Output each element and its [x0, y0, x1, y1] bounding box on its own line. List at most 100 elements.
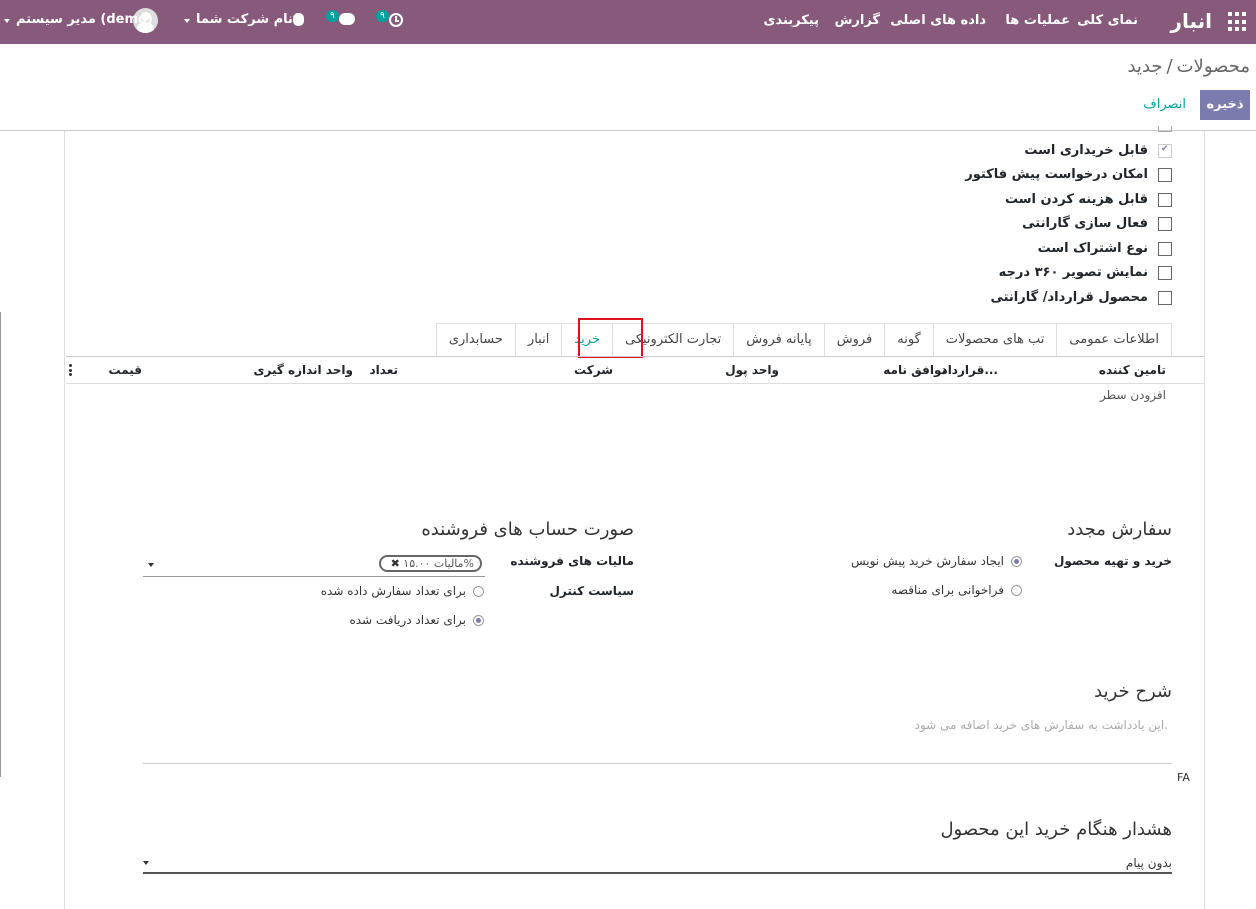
purchase-tab-highlight	[578, 318, 643, 358]
menu-operations[interactable]: عملیات ها	[1005, 13, 1070, 28]
col-company[interactable]: شرکت	[574, 363, 613, 377]
warning-dropdown-icon[interactable]	[143, 861, 149, 865]
radio-button[interactable]	[473, 586, 484, 597]
bug-icon[interactable]	[293, 13, 304, 26]
menu-configuration[interactable]: پیکربندی	[764, 13, 819, 28]
radio-label: فراخوانی برای مناقصه	[891, 583, 1004, 597]
radio-label: ایجاد سفارش خرید پیش نویس	[850, 554, 1004, 568]
radio-ordered-qty[interactable]: برای تعداد سفارش داده شده	[284, 584, 484, 600]
checkbox-360-image[interactable]: نمایش تصویر ۳۶۰ درجه	[872, 263, 1172, 283]
radio-label: برای تعداد سفارش داده شده	[320, 584, 466, 598]
user-menu[interactable]: مدیر سیستم (demo)	[16, 12, 153, 27]
tab-product-tabs[interactable]: تب های محصولات	[932, 323, 1058, 356]
col-currency[interactable]: واحد پول	[725, 363, 779, 377]
breadcrumb-current: جدید	[1127, 56, 1163, 77]
tab-accounting[interactable]: حسابداری	[435, 323, 516, 356]
tax-tag: ✖ مالیات ۱۵.۰۰%	[378, 555, 482, 572]
company-caret-icon	[184, 19, 190, 23]
purchase-description-input[interactable]: این یادداشت به سفارش های خرید اضافه می ش…	[915, 718, 1168, 732]
purchase-warning-select[interactable]: بدون پیام	[1126, 856, 1172, 870]
checkbox-box[interactable]	[1158, 168, 1172, 182]
sheet-right-border	[1204, 131, 1205, 909]
vendor-taxes-label: مالیات های فروشنده	[510, 554, 634, 568]
tab-sales[interactable]: فروش	[823, 323, 886, 356]
purchase-warning-title: هشدار هنگام خرید این محصول	[940, 819, 1172, 840]
cut-off-checkbox	[1158, 126, 1172, 132]
control-policy-label: سیاست کنترل	[549, 584, 634, 598]
checkbox-label: محصول قرارداد/ گارانتی	[990, 290, 1148, 305]
col-contract[interactable]: قرارداد...	[942, 363, 998, 377]
checkbox-label: نمایش تصویر ۳۶۰ درجه	[998, 265, 1148, 280]
add-line-link[interactable]: افزودن سطر	[1100, 388, 1166, 402]
remove-tag-icon[interactable]: ✖	[391, 557, 400, 570]
col-vendor[interactable]: تامین کننده	[1099, 363, 1166, 377]
radio-button[interactable]	[1011, 585, 1022, 596]
checkbox-box[interactable]	[1158, 144, 1172, 158]
checkbox-label: قابل خریداری است	[1024, 143, 1148, 158]
menu-master-data[interactable]: داده های اصلی	[890, 13, 986, 28]
tab-variants[interactable]: گونه	[884, 323, 934, 356]
apps-menu-icon[interactable]	[1228, 12, 1248, 32]
checkbox-warranty[interactable]: فعال سازی گارانتی	[872, 214, 1172, 234]
language-button[interactable]: FA	[1177, 771, 1190, 784]
checkbox-box[interactable]	[1158, 193, 1172, 207]
checkbox-label: فعال سازی گارانتی	[1022, 216, 1148, 231]
col-price[interactable]: قیمت	[108, 363, 142, 377]
col-agreement[interactable]: توافق نامه	[883, 363, 946, 377]
radio-button[interactable]	[473, 615, 484, 626]
reordering-title: سفارش مجدد	[1067, 519, 1172, 540]
sheet-left-border	[64, 131, 65, 909]
tab-general-info[interactable]: اطلاعات عمومی	[1056, 323, 1172, 356]
checkbox-label: امکان درخواست پیش فاکتور	[965, 167, 1148, 182]
chat-icon[interactable]	[339, 13, 355, 25]
checkbox-box[interactable]	[1158, 266, 1172, 280]
purchase-description-title: شرح خرید	[1094, 681, 1172, 702]
radio-label: برای تعداد دریافت شده	[349, 613, 466, 627]
checkbox-box[interactable]	[1158, 291, 1172, 305]
company-switcher[interactable]: نام شرکت شما	[196, 12, 293, 27]
notebook-tabs: اطلاعات عمومی تب های محصولات گونه فروش پ…	[435, 323, 1172, 356]
checkbox-label: قابل هزینه کردن است	[1004, 192, 1148, 207]
radio-draft-po[interactable]: ایجاد سفارش خرید پیش نویس	[802, 554, 1022, 570]
discard-button[interactable]: انصراف	[1143, 97, 1186, 112]
breadcrumb-separator: /	[1166, 56, 1173, 77]
tab-inventory[interactable]: انبار	[514, 323, 563, 356]
checkbox-expensable[interactable]: قابل هزینه کردن است	[872, 190, 1172, 210]
user-caret-icon	[4, 19, 10, 23]
radio-received-qty[interactable]: برای تعداد دریافت شده	[284, 613, 484, 629]
top-navbar: انبار نمای کلی عملیات ها داده های اصلی گ…	[0, 0, 1256, 44]
description-underline	[143, 763, 1172, 764]
checkbox-label: نوع اشتراک است	[1037, 241, 1148, 256]
tab-pos[interactable]: پایانه فروش	[733, 323, 825, 356]
radio-button[interactable]	[1011, 556, 1022, 567]
col-uom[interactable]: واحد اندازه گیری	[253, 363, 353, 377]
taxes-dropdown-icon[interactable]	[148, 563, 154, 567]
tax-tag-label: مالیات ۱۵.۰۰%	[403, 557, 474, 570]
chat-badge: ۹	[326, 10, 339, 22]
checkbox-contract-product[interactable]: محصول قرارداد/ گارانتی	[872, 288, 1172, 308]
breadcrumb: محصولات/جدید	[1127, 56, 1250, 77]
checkbox-box[interactable]	[1158, 242, 1172, 256]
procurement-label: خرید و تهیه محصول	[1054, 554, 1172, 568]
vendor-taxes-field[interactable]: ✖ مالیات ۱۵.۰۰%	[143, 555, 485, 577]
tabs-baseline	[66, 356, 1204, 357]
save-button[interactable]: ذخیره	[1200, 90, 1250, 120]
activity-badge: ۹	[376, 10, 389, 22]
vendor-bills-title: صورت حساب های فروشنده	[421, 519, 634, 540]
menu-overview[interactable]: نمای کلی	[1077, 13, 1138, 28]
table-header-line	[66, 383, 1204, 384]
left-divider	[0, 312, 1, 777]
app-name[interactable]: انبار	[1170, 9, 1212, 33]
col-quantity[interactable]: تعداد	[370, 363, 398, 377]
checkbox-box[interactable]	[1158, 217, 1172, 231]
optional-columns-icon[interactable]	[69, 364, 72, 376]
checkbox-purchasable[interactable]: قابل خریداری است	[872, 141, 1172, 161]
radio-call-for-tender[interactable]: فراخوانی برای مناقصه	[802, 583, 1022, 599]
warning-underline	[143, 872, 1172, 874]
checkbox-subscription[interactable]: نوع اشتراک است	[872, 239, 1172, 259]
menu-reporting[interactable]: گزارش	[834, 13, 880, 28]
breadcrumb-products[interactable]: محصولات	[1177, 56, 1250, 77]
activity-clock-icon[interactable]	[389, 13, 403, 27]
control-panel-border	[0, 130, 1256, 131]
checkbox-rfq[interactable]: امکان درخواست پیش فاکتور	[872, 165, 1172, 185]
